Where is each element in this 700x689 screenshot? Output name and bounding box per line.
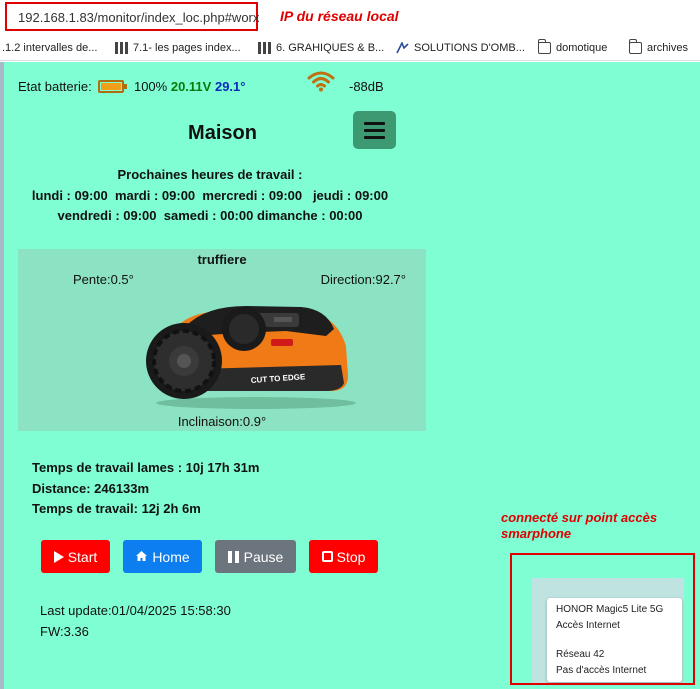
mower-panel: truffiere Pente:0.5° Direction:92.7° CUT…	[18, 249, 426, 431]
pause-button[interactable]: Pause	[215, 540, 296, 573]
grid-icon	[115, 42, 128, 54]
pause-icon	[227, 550, 240, 563]
battery-percent: 100%	[133, 79, 168, 95]
stop-icon	[321, 551, 333, 562]
bookmark-label: 7.1- les pages index...	[133, 42, 241, 54]
annotation-line-2: smarphone	[501, 526, 572, 541]
bookmark-label: SOLUTIONS D'OMB...	[414, 42, 525, 54]
home-icon	[135, 549, 148, 565]
start-label: Start	[67, 548, 98, 565]
bookmark-label: archives	[647, 42, 688, 54]
annotation-local-ip: IP du réseau local	[280, 8, 399, 24]
url-text: 192.168.1.83/monitor/index_loc.php#worx	[18, 10, 260, 25]
start-button[interactable]: Start	[41, 540, 110, 573]
bookmark-solutions[interactable]: SOLUTIONS D'OMB...	[396, 40, 525, 56]
bookmarks-bar: .1.2 intervalles de... 7.1- les pages in…	[0, 34, 700, 61]
bookmark-label: domotique	[556, 42, 608, 54]
hamburger-icon	[364, 129, 385, 132]
bookmark-domotique[interactable]: domotique	[537, 39, 608, 56]
voltage-value: 20.11V	[170, 79, 212, 95]
mower-image: CUT TO EDGE	[126, 291, 356, 411]
page-title: Maison	[188, 122, 257, 144]
play-icon	[53, 550, 64, 563]
blade-work-time: Temps de travail lames : 10j 17h 31m	[32, 460, 260, 475]
bookmark-pages-index[interactable]: 7.1- les pages index...	[115, 40, 241, 56]
stop-label: Stop	[336, 548, 366, 565]
direction-value: Direction:92.7°	[320, 272, 406, 287]
grid-icon	[258, 42, 271, 54]
battery-label: Etat batterie:	[18, 79, 92, 95]
schedule-line-2: vendredi : 09:00 samedi : 00:00 dimanche…	[57, 208, 363, 223]
work-time: Temps de travail: 12j 2h 6m	[32, 501, 201, 516]
inclination-value: Inclinaison:0.9°	[177, 414, 267, 429]
app-icon	[396, 41, 409, 54]
zone-name: truffiere	[197, 252, 247, 267]
battery-status: Etat batterie: 100% 20.11V 29.1°	[18, 78, 245, 94]
hamburger-icon	[364, 136, 385, 139]
distance-value: Distance: 246133m	[32, 481, 150, 496]
annotation-line-1: connecté sur point accès	[501, 510, 658, 525]
stop-button[interactable]: Stop	[309, 540, 378, 573]
schedule-heading: Prochaines heures de travail :	[117, 167, 303, 182]
hamburger-icon	[364, 122, 385, 125]
slope-value: Pente:0.5°	[73, 272, 134, 287]
menu-button[interactable]	[353, 111, 396, 149]
annotation-highlight-box	[510, 553, 695, 685]
url-field[interactable]: 192.168.1.83/monitor/index_loc.php#worx	[5, 2, 260, 31]
bookmark-label: .1.2 intervalles de...	[2, 42, 98, 54]
folder-icon	[537, 39, 551, 54]
last-update: Last update:01/04/2025 15:58:30	[40, 603, 231, 618]
annotation-hotspot: connecté sur point accès smarphone	[501, 510, 657, 542]
signal-strength: -88dB	[349, 79, 384, 94]
folder-icon	[628, 39, 642, 54]
pause-label: Pause	[243, 548, 284, 565]
bookmark-archives[interactable]: archives	[628, 39, 688, 56]
bookmark-intervalles[interactable]: .1.2 intervalles de...	[2, 40, 97, 56]
address-bar: 192.168.1.83/monitor/index_loc.php#worx …	[0, 0, 700, 34]
bookmark-graphiques[interactable]: 6. GRAHIQUES & B...	[258, 40, 384, 56]
left-edge	[0, 62, 4, 689]
temperature-value: 29.1°	[214, 79, 246, 95]
schedule-line-1: lundi : 09:00 mardi : 09:00 mercredi : 0…	[31, 188, 389, 203]
wifi-icon	[306, 68, 336, 92]
bookmark-label: 6. GRAHIQUES & B...	[276, 42, 385, 54]
home-label: Home	[152, 548, 190, 565]
firmware-version: FW:3.36	[40, 624, 89, 639]
home-button[interactable]: Home	[123, 540, 202, 573]
battery-icon	[98, 80, 128, 94]
